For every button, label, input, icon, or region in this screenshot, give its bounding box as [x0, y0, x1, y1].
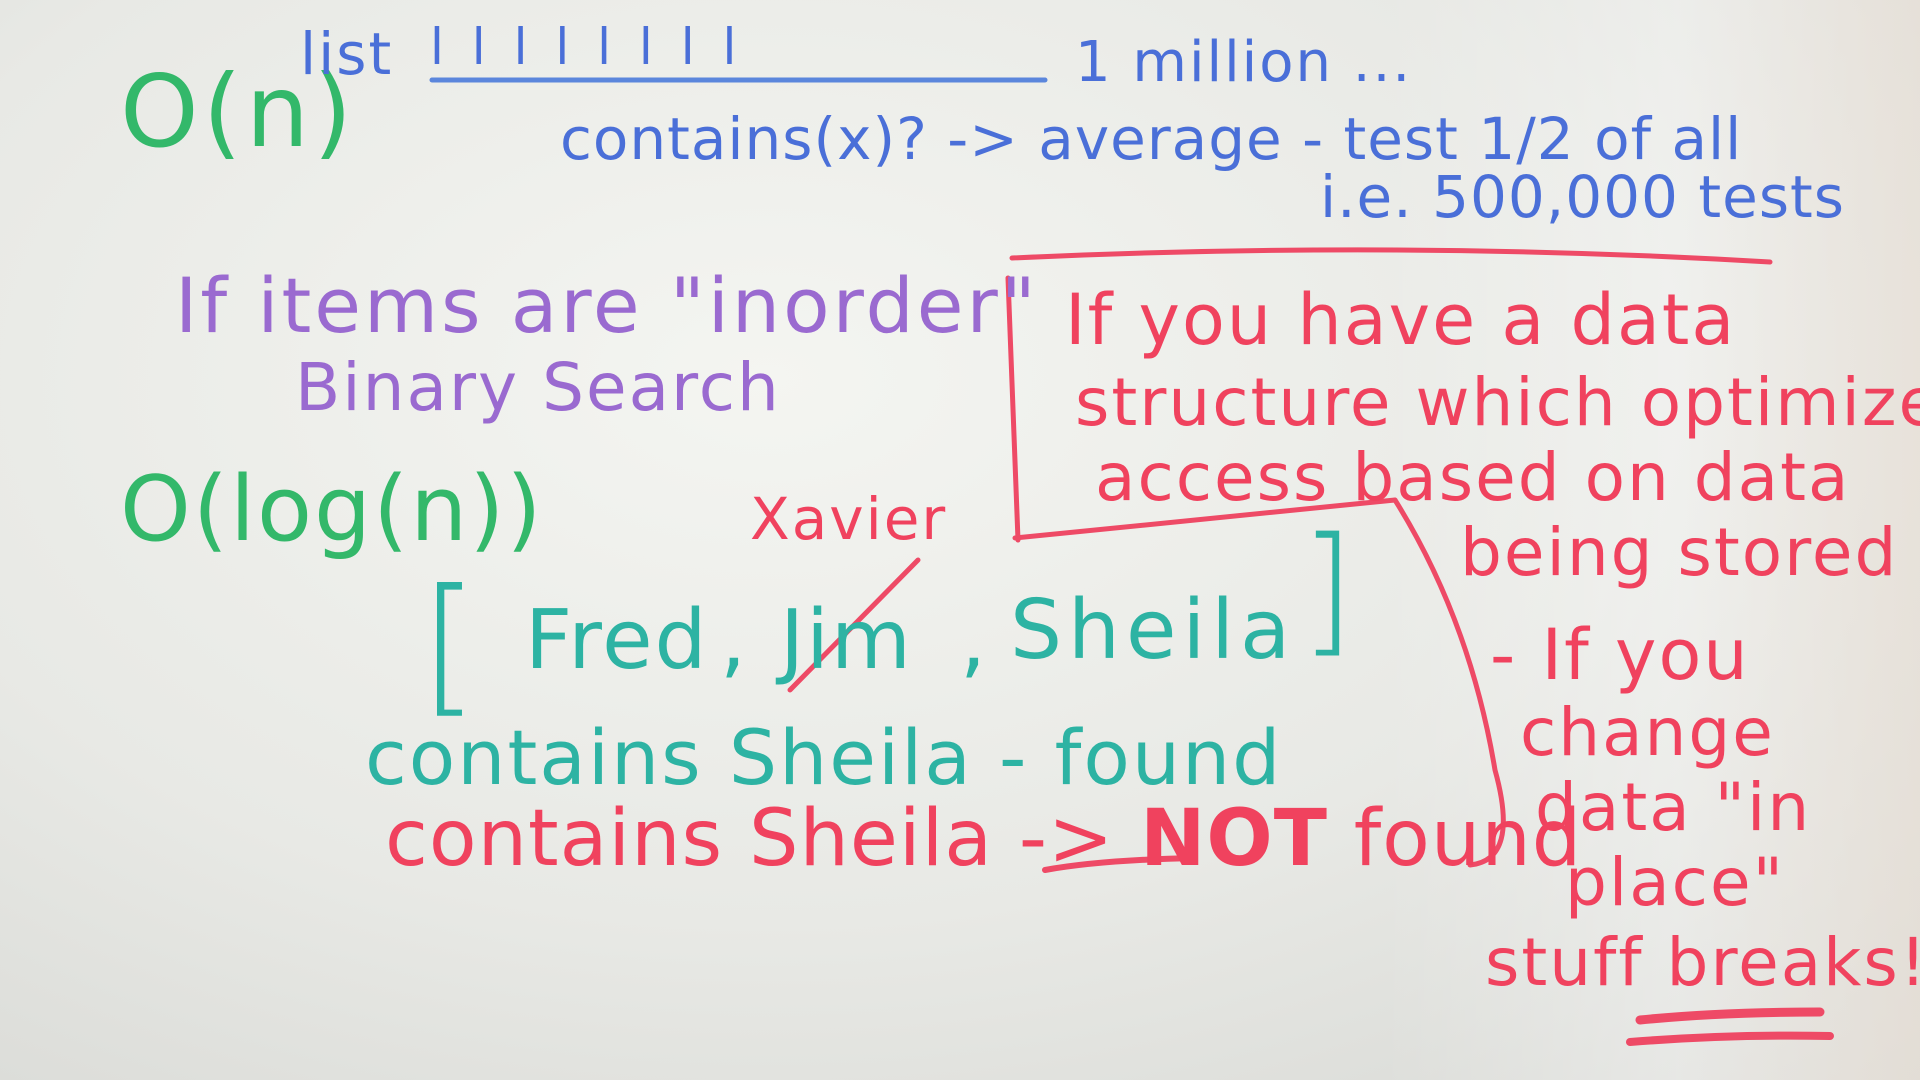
contains-sheila-found: contains Sheila - found: [365, 713, 1283, 802]
note-box-top: [1009, 247, 1773, 265]
list-close-bracket: ]: [1300, 508, 1357, 671]
name-jim: Jim: [780, 593, 913, 688]
right-note-line-1: - If you: [1490, 614, 1750, 696]
comma-2: ,: [960, 593, 989, 688]
breaks-underline-2: [1626, 1031, 1834, 1046]
xavier-correction: Xavier: [750, 485, 948, 553]
binary-search-label: Binary Search: [295, 349, 781, 426]
not-found-prefix: contains Sheila ->: [385, 794, 1141, 884]
box-note-line-1: If you have a data: [1065, 279, 1737, 361]
not-word: NOT: [1140, 794, 1328, 884]
if-items-inorder: If items are "inorder": [175, 261, 1039, 350]
contains-sheila-not-found: contains Sheila -> NOT found: [385, 800, 1582, 878]
box-note-line-3: access based on data: [1095, 439, 1851, 516]
right-note-line-2: change: [1520, 694, 1775, 771]
box-note-line-2: structure which optimizes: [1075, 364, 1920, 441]
box-note-line-4: being stored: [1460, 514, 1899, 591]
right-note-line-4: place": [1565, 844, 1785, 921]
contains-average-line: contains(x)? -> average - test 1/2 of al…: [560, 105, 1743, 173]
right-note-line-3: data "in: [1535, 769, 1812, 846]
list-ticks: l l l l l l l l: [430, 18, 743, 76]
right-note-line-5: stuff breaks!!: [1485, 924, 1920, 1001]
million-label: 1 million ...: [1075, 30, 1413, 95]
big-o-log-n: O(log(n)): [120, 457, 544, 562]
breaks-underline-1: [1635, 1007, 1825, 1025]
comma-1: ,: [720, 593, 749, 688]
whiteboard: O(n) list l l l l l l l l 1 million ... …: [0, 0, 1920, 1080]
list-label: list: [300, 20, 394, 88]
ie-500000-tests: i.e. 500,000 tests: [1320, 163, 1845, 231]
list-open-bracket: [: [420, 558, 481, 732]
name-sheila: Sheila: [1010, 583, 1297, 678]
name-fred: Fred: [525, 593, 709, 688]
